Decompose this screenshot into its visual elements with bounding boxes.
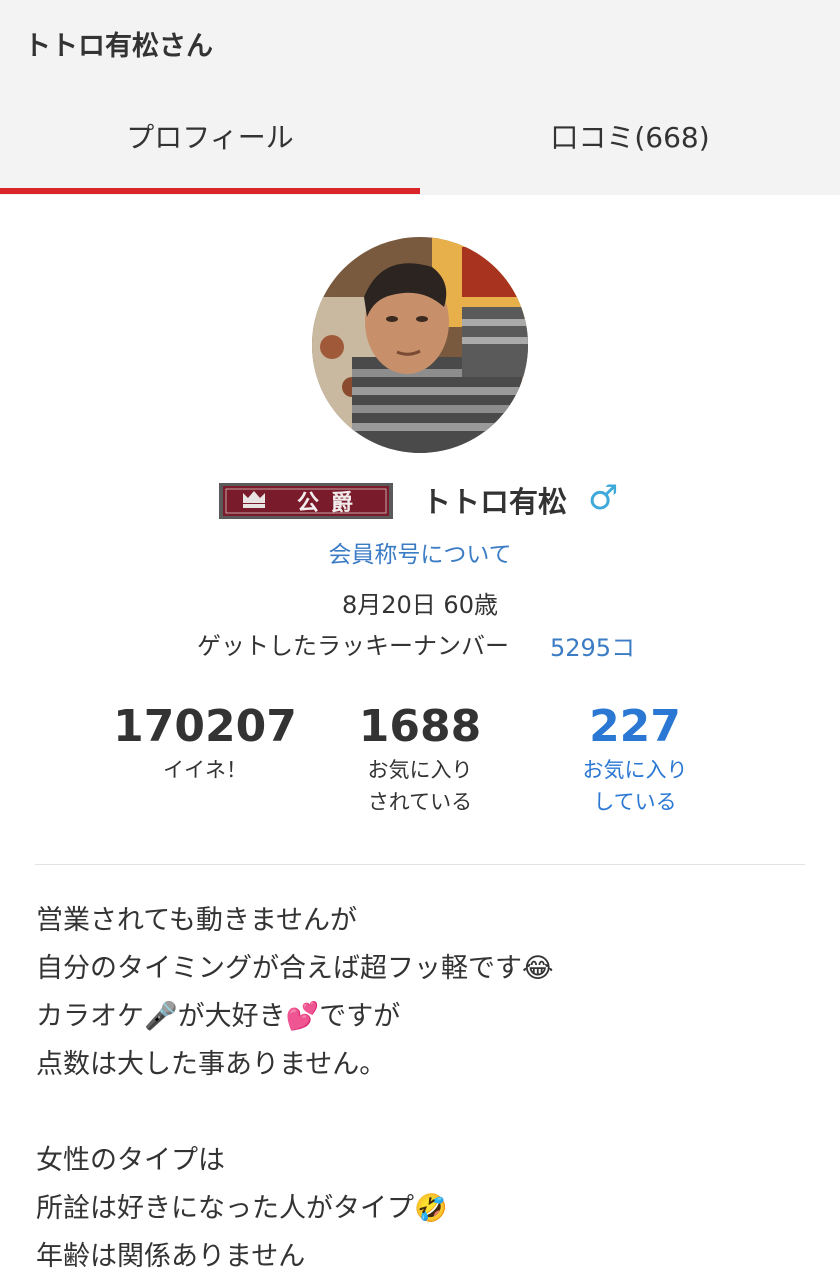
- rank-badge-label: 公爵: [297, 491, 365, 516]
- bio-line: カラオケ🎤が大好き💕ですが: [36, 1001, 401, 1032]
- bio-line: 点数は大した事ありません。: [36, 1049, 387, 1080]
- page-title: トトロ有松さん: [24, 31, 213, 62]
- tab-profile[interactable]: プロフィール: [0, 116, 420, 162]
- stat-likes-value: 170207: [113, 701, 297, 752]
- stat-favorited-by: 1688 お気に入り されている: [310, 700, 530, 818]
- lucky-number-value: 5295コ: [550, 634, 636, 662]
- stat-likes-label: イイネ！: [163, 758, 247, 782]
- stat-favoriting-label-1[interactable]: お気に入り: [525, 754, 745, 786]
- rank-info-link[interactable]: 会員称号について: [0, 535, 840, 569]
- tab-reviews[interactable]: 口コミ(668): [420, 116, 840, 162]
- bio-line: [36, 1089, 816, 1137]
- bio-line: 自分のタイミングが合えば超フッ軽です😂: [36, 953, 554, 984]
- stat-favorited-by-label-2: されている: [367, 790, 473, 814]
- section-divider: [35, 864, 805, 865]
- stat-favoriting[interactable]: 227 お気に入り している: [525, 700, 745, 818]
- lucky-number-label: ゲットしたラッキーナンバー: [197, 632, 509, 660]
- stat-favorited-by-value: 1688: [358, 701, 482, 752]
- bio-line: 年齢は関係ありません: [36, 1241, 306, 1272]
- bio-line: 所詮は好きになった人がタイプ🤣: [36, 1193, 448, 1224]
- rank-badge: 公爵: [219, 483, 393, 519]
- stat-favoriting-label-2[interactable]: している: [525, 786, 745, 818]
- active-tab-indicator: [0, 188, 420, 194]
- profile-name: トトロ有松: [422, 485, 568, 519]
- stat-favoriting-value[interactable]: 227: [525, 700, 745, 754]
- birthday-age: 8月20日 60歳: [342, 591, 498, 619]
- bio-text: 営業されても動きませんが 自分のタイミングが合えば超フッ軽です😂 カラオケ🎤が大…: [36, 897, 816, 1281]
- bio-line: 女性のタイプは: [36, 1145, 225, 1176]
- avatar[interactable]: [312, 237, 528, 453]
- avatar-photo: [312, 237, 528, 453]
- app-header: トトロ有松さん プロフィール 口コミ(668): [0, 0, 840, 195]
- stat-likes: 170207 イイネ！: [95, 700, 315, 786]
- male-icon: ♂: [588, 478, 619, 518]
- bio-line: 営業されても動きませんが: [36, 905, 358, 936]
- stat-favorited-by-label-1: お気に入り: [367, 758, 473, 782]
